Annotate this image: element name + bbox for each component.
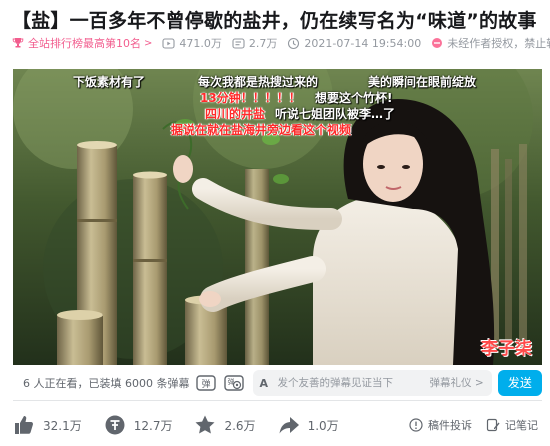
danmaku-settings-icon: 弹 <box>224 374 245 391</box>
danmaku-item: 四川的井盐 <box>205 107 266 121</box>
coin-icon <box>105 415 125 435</box>
rank-badge[interactable]: 全站排行榜最高第10名 > <box>12 35 152 51</box>
coin-count: 12.7万 <box>133 418 173 433</box>
report-label: 稿件投诉 <box>428 419 472 432</box>
video-toolbar: 32.1万 12.7万 2.6万 1.0万 稿件投诉 记笔记 <box>13 410 542 440</box>
danmaku-item: 想要这个竹杯! <box>315 91 393 105</box>
danmaku-item: 据说在就在盐海井旁边看这个视频 <box>171 123 352 137</box>
danmaku-item: 听说七姐团队被李…了 <box>275 107 396 121</box>
share-arrow-icon <box>279 417 299 434</box>
view-count: 471.0万 <box>162 35 222 51</box>
danmaku-toggle-button[interactable]: 弹 <box>195 373 217 393</box>
play-count-icon <box>162 37 175 49</box>
pubdate-value: 2021-07-14 19:54:00 <box>304 36 422 50</box>
svg-text:弹: 弹 <box>202 378 211 390</box>
video-meta: 全站排行榜最高第10名 > 471.0万 2.7万 2021-07-14 19:… <box>12 36 550 50</box>
watermark-logo: 李子柒 <box>481 339 532 359</box>
like-button[interactable]: 32.1万 <box>13 414 82 436</box>
danmaku-input[interactable]: A 发个友善的弹幕见证当下 弹幕礼仪 > <box>253 369 492 396</box>
copyright-text: 未经作者授权，禁止转载 <box>447 37 550 50</box>
danmaku-bar: 6 人正在看，已装填 6000 条弹幕 弹 弹 A 发个友善的弹幕见证当下 弹幕… <box>13 365 542 401</box>
star-icon <box>195 415 215 434</box>
notes-button[interactable]: 记笔记 <box>486 417 538 433</box>
share-count: 1.0万 <box>307 418 339 433</box>
danmaku-item: 13分钟！！！！！ <box>200 91 301 105</box>
note-pencil-icon <box>486 418 500 432</box>
font-style-icon[interactable]: A <box>259 377 271 390</box>
danmaku-etiquette-link[interactable]: 弹幕礼仪 > <box>430 375 484 390</box>
trophy-icon <box>12 38 24 48</box>
svg-text:弹: 弹 <box>228 377 235 386</box>
video-player[interactable]: 下饭素材有了 每次我都是热搜过来的 美的瞬间在眼前绽放 13分钟！！！！！ 想要… <box>13 69 542 365</box>
danmaku-count: 2.7万 <box>232 35 278 51</box>
online-viewers-text: 6 人正在看，已装填 6000 条弹幕 <box>23 376 190 390</box>
report-button[interactable]: 稿件投诉 <box>409 417 472 433</box>
toolbar-right: 稿件投诉 记笔记 <box>395 417 538 433</box>
danmaku-count-icon <box>232 37 245 49</box>
danmaku-toggle-icon: 弹 <box>196 374 217 391</box>
favorite-count: 2.6万 <box>224 418 256 433</box>
coin-button[interactable]: 12.7万 <box>104 414 173 436</box>
forbidden-icon <box>432 38 443 48</box>
view-count-value: 471.0万 <box>179 37 222 50</box>
danmaku-item: 美的瞬间在眼前绽放 <box>368 75 477 89</box>
chevron-right-icon: > <box>144 37 153 49</box>
share-button[interactable]: 1.0万 <box>278 414 339 436</box>
like-count: 32.1万 <box>43 418 82 433</box>
danmaku-count-value: 2.7万 <box>248 37 278 50</box>
danmaku-input-placeholder: 发个友善的弹幕见证当下 <box>277 377 393 389</box>
pubdate: 2021-07-14 19:54:00 <box>287 37 421 50</box>
copyright-notice: 未经作者授权，禁止转载 <box>431 35 550 51</box>
thumbs-up-icon <box>15 416 33 434</box>
rank-label: 全站排行榜最高第10名 <box>28 37 141 50</box>
danmaku-item: 每次我都是热搜过来的 <box>198 75 319 89</box>
send-button[interactable]: 发送 <box>497 369 542 396</box>
video-title: 【盐】一百多年不曾停歇的盐井，仍在续写名为“味道”的故事 <box>12 10 537 32</box>
warning-icon <box>409 418 423 432</box>
notes-label: 记笔记 <box>505 419 538 432</box>
danmaku-settings-button[interactable]: 弹 <box>223 373 245 393</box>
favorite-button[interactable]: 2.6万 <box>194 414 256 436</box>
danmaku-item: 下饭素材有了 <box>73 75 146 89</box>
clock-icon <box>288 37 300 49</box>
